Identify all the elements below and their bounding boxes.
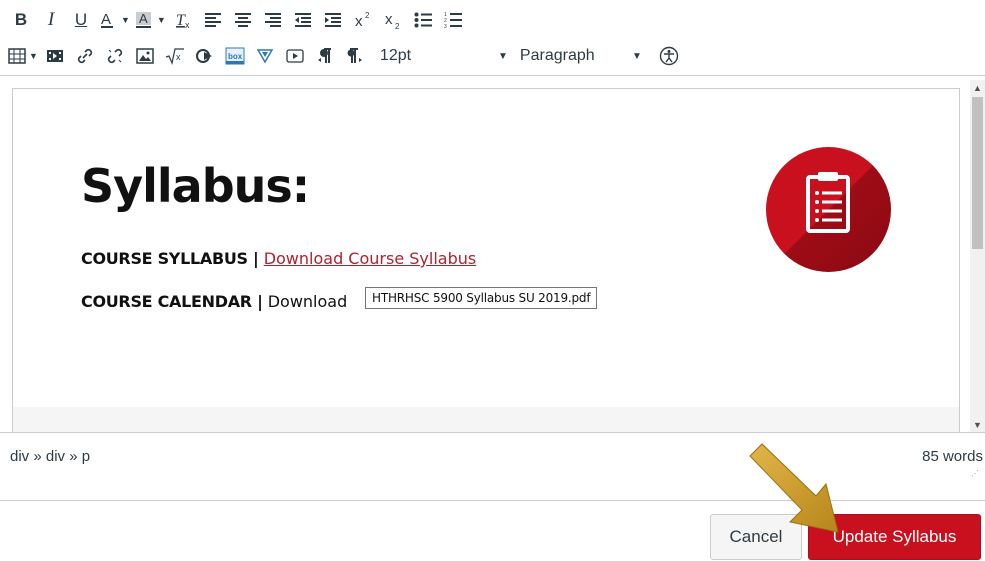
align-center-button[interactable] (230, 6, 256, 34)
resize-handle-icon[interactable]: ⋰ (971, 469, 979, 478)
v-shape-icon (256, 49, 273, 63)
align-right-button[interactable] (260, 6, 286, 34)
svg-text:A: A (139, 11, 148, 26)
course-calendar-label: COURSE CALENDAR | (81, 292, 263, 311)
clear-formatting-icon: Tx (176, 12, 190, 30)
accessibility-icon (659, 46, 679, 66)
box-button[interactable]: box (222, 42, 248, 70)
svg-text:2: 2 (395, 22, 400, 30)
numbered-list-button[interactable]: 123 (440, 6, 466, 34)
svg-text:box: box (228, 52, 243, 61)
square-root-icon: x (165, 48, 184, 65)
download-calendar-text[interactable]: Download (268, 292, 348, 311)
block-format-select[interactable]: Paragraph ▼ (520, 42, 642, 70)
background-color-button[interactable]: A ▼ (134, 6, 166, 34)
video-button[interactable] (282, 42, 308, 70)
outdent-button[interactable] (290, 6, 316, 34)
chevron-down-icon: ▼ (156, 15, 166, 25)
table-icon (8, 48, 26, 64)
status-divider (0, 432, 985, 433)
word-count: 85 words (922, 448, 983, 465)
course-syllabus-line: COURSE SYLLABUS | Download Course Syllab… (81, 249, 476, 268)
editor-scrollbar[interactable]: ▲ ▼ (970, 80, 985, 432)
svg-text:x: x (355, 13, 363, 30)
paragraph-rtl-icon (347, 48, 362, 63)
indent-icon (324, 13, 341, 27)
page-title: Syllabus: (81, 159, 310, 213)
course-calendar-line: COURSE CALENDAR | Download (81, 292, 347, 311)
chevron-down-icon: ▼ (29, 51, 38, 61)
svg-text:A: A (101, 11, 111, 28)
link-icon (77, 48, 93, 64)
chevron-down-icon: ▼ (498, 50, 508, 62)
toolbar-row-formatting: B I U A ▼ A ▼ Tx x2 x2 123 (8, 4, 470, 36)
numbered-list-icon: 123 (444, 12, 462, 29)
film-icon (46, 50, 63, 62)
rtl-button[interactable] (342, 42, 368, 70)
superscript-button[interactable]: x2 (350, 6, 376, 34)
italic-button[interactable]: I (38, 6, 64, 34)
box-icon: box (225, 47, 245, 65)
image-icon (136, 48, 154, 64)
vimeo-button[interactable] (252, 42, 278, 70)
align-left-icon (204, 13, 221, 27)
align-center-icon (234, 13, 251, 27)
download-syllabus-link[interactable]: Download Course Syllabus (264, 249, 477, 268)
file-tooltip: HTHRHSC 5900 Syllabus SU 2019.pdf (365, 287, 598, 309)
syllabus-badge (766, 147, 891, 272)
pointer-arrow-icon (749, 443, 839, 533)
toolbar-divider (0, 75, 985, 76)
toolbar-row-insert: ▼ x box 12pt ▼ Paragraph ▼ (8, 40, 686, 72)
indent-button[interactable] (320, 6, 346, 34)
image-button[interactable] (132, 42, 158, 70)
font-size-select[interactable]: 12pt ▼ (380, 42, 508, 70)
course-syllabus-label: COURSE SYLLABUS | (81, 249, 259, 268)
play-icon (286, 49, 304, 63)
unlink-icon (107, 48, 123, 64)
scroll-up-icon[interactable]: ▲ (970, 80, 985, 95)
paragraph-ltr-icon (317, 48, 331, 63)
superscript-icon: x2 (355, 11, 370, 30)
align-right-icon (264, 13, 281, 27)
text-color-button[interactable]: A ▼ (98, 6, 130, 34)
bullet-list-icon (414, 12, 432, 28)
table-button[interactable]: ▼ (8, 42, 38, 70)
scroll-down-icon[interactable]: ▼ (970, 417, 985, 432)
background-color-icon: A (135, 11, 151, 28)
element-path[interactable]: div » div » p (10, 448, 90, 465)
clear-formatting-button[interactable]: Tx (170, 6, 196, 34)
svg-text:x: x (176, 52, 181, 62)
link-button[interactable] (72, 42, 98, 70)
rich-text-editor[interactable]: Syllabus: COURSE SYLLABUS | Download Cou… (12, 88, 960, 433)
svg-text:x: x (185, 20, 190, 30)
block-format-value: Paragraph (519, 47, 595, 64)
chevron-down-icon: ▼ (121, 15, 130, 25)
external-tool-button[interactable] (192, 42, 218, 70)
subscript-button[interactable]: x2 (380, 6, 406, 34)
chevron-down-icon: ▼ (632, 50, 642, 62)
svg-text:x: x (385, 11, 393, 28)
svg-text:2: 2 (365, 11, 370, 20)
equation-button[interactable]: x (162, 42, 188, 70)
font-size-value: 12pt (379, 47, 412, 64)
scrollbar-thumb[interactable] (972, 97, 983, 249)
share-arrow-icon (195, 49, 212, 63)
accessibility-button[interactable] (656, 42, 682, 70)
ltr-button[interactable] (312, 42, 338, 70)
bold-button[interactable]: B (8, 6, 34, 34)
outdent-icon (294, 13, 311, 27)
underline-button[interactable]: U (68, 6, 94, 34)
align-left-button[interactable] (200, 6, 226, 34)
clipboard-icon (806, 172, 850, 233)
bullet-list-button[interactable] (410, 6, 436, 34)
text-color-icon: A (101, 11, 113, 28)
svg-text:3: 3 (444, 24, 447, 29)
subscript-icon: x2 (385, 11, 400, 30)
unlink-button[interactable] (102, 42, 128, 70)
content-footer-band (13, 407, 959, 433)
media-button[interactable] (42, 42, 68, 70)
